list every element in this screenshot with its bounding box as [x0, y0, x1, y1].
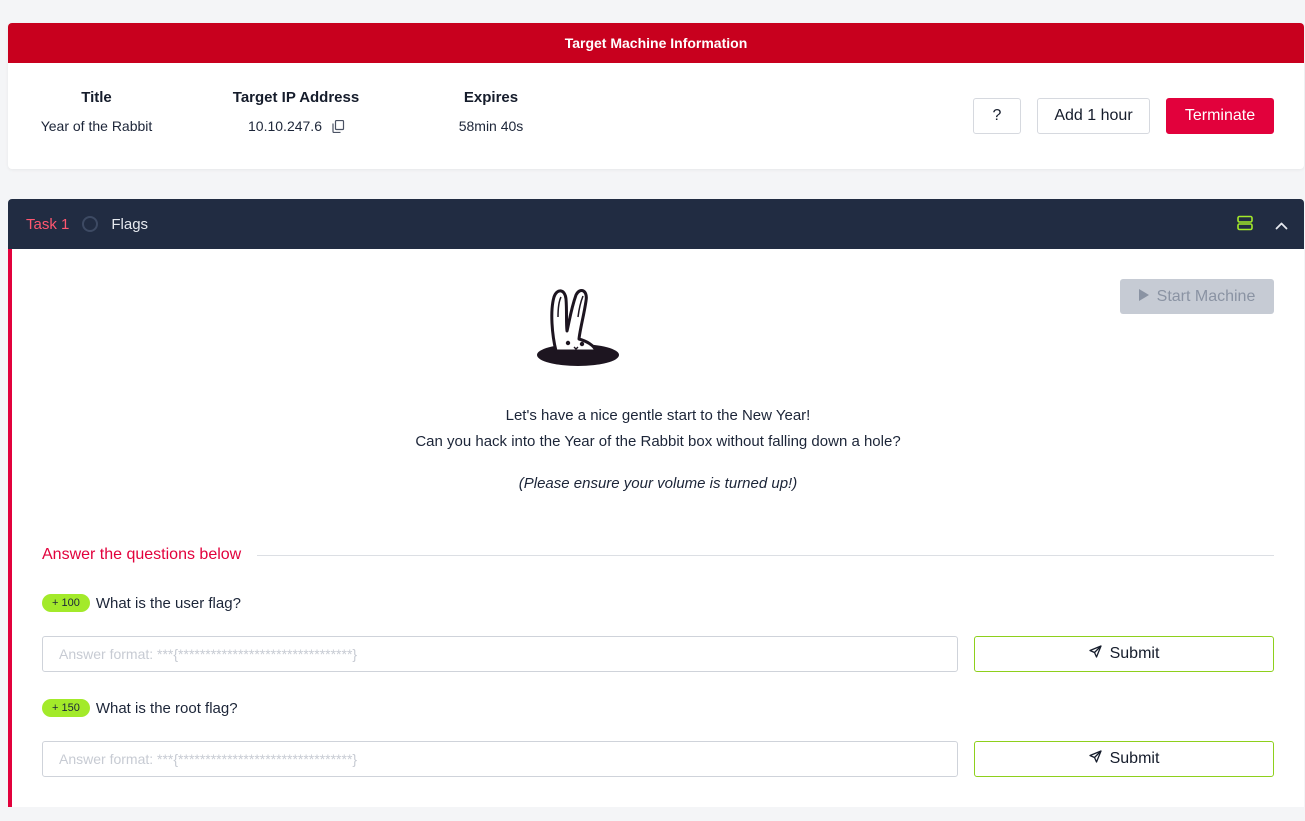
help-button[interactable]: ?	[973, 98, 1021, 134]
start-machine-label: Start Machine	[1156, 287, 1256, 305]
points-badge: + 100	[42, 594, 90, 612]
task-header[interactable]: Task 1 Flags	[8, 199, 1304, 249]
task-description-line2: Can you hack into the Year of the Rabbit…	[415, 433, 901, 450]
chevron-up-icon[interactable]	[1275, 217, 1288, 235]
send-icon	[1088, 645, 1102, 663]
task-body: Start Machine Let's have a nice gentle s…	[8, 249, 1304, 807]
user-flag-submit-button[interactable]: Submit	[974, 636, 1274, 672]
machine-card-header: Target Machine Information	[8, 23, 1304, 63]
submit-label: Submit	[1109, 645, 1160, 662]
user-flag-input[interactable]	[42, 636, 958, 672]
questions-heading-text: Answer the questions below	[42, 546, 242, 563]
points-badge: + 150	[42, 699, 90, 717]
machine-title-label: Title	[81, 89, 112, 106]
task-actions	[1237, 215, 1288, 236]
add-hour-button[interactable]: Add 1 hour	[1037, 98, 1150, 134]
submit-label: Submit	[1109, 750, 1160, 767]
task-description-line1: Let's have a nice gentle start to the Ne…	[505, 407, 811, 424]
copy-icon[interactable]	[332, 119, 345, 133]
play-icon	[1138, 288, 1149, 306]
machine-title-column: Title Year of the Rabbit	[28, 89, 165, 134]
question-text: What is the root flag?	[95, 699, 238, 717]
target-machine-card: Target Machine Information Title Year of…	[8, 23, 1304, 169]
send-icon	[1088, 750, 1102, 768]
question-2: + 150 What is the root flag?	[42, 699, 238, 717]
machine-expires-column: Expires 58min 40s	[428, 89, 554, 134]
machine-title-value: Year of the Rabbit	[40, 118, 153, 134]
task-number: Task 1	[26, 215, 70, 233]
task-description-note: (Please ensure your volume is turned up!…	[518, 475, 798, 492]
question-1: + 100 What is the user flag?	[42, 594, 241, 612]
task-title: Flags	[111, 215, 149, 233]
root-flag-submit-button[interactable]: Submit	[974, 741, 1274, 777]
start-machine-button[interactable]: Start Machine	[1120, 279, 1274, 314]
split-view-icon[interactable]	[1237, 215, 1253, 236]
rabbit-illustration	[534, 287, 624, 369]
machine-ip-column: Target IP Address 10.10.247.6	[226, 89, 366, 134]
machine-ip-value: 10.10.247.6	[248, 118, 322, 134]
questions-heading: Answer the questions below	[42, 546, 1274, 564]
root-flag-input[interactable]	[42, 741, 958, 777]
machine-ip-label: Target IP Address	[232, 89, 360, 106]
machine-expires-label: Expires	[463, 89, 519, 106]
machine-expires-value: 58min 40s	[458, 118, 524, 134]
terminate-button[interactable]: Terminate	[1166, 98, 1274, 134]
task-status-icon	[82, 216, 99, 232]
question-text: What is the user flag?	[95, 594, 241, 612]
questions-heading-divider	[257, 554, 1274, 556]
